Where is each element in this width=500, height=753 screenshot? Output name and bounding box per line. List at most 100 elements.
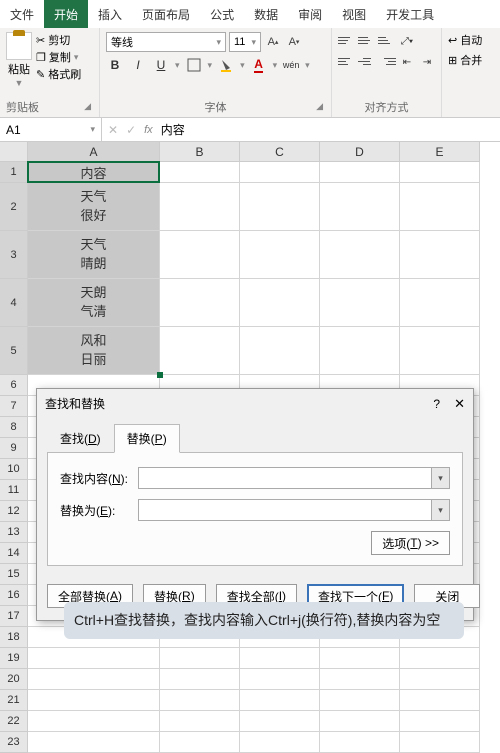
tab-insert[interactable]: 插入 [88,0,132,28]
confirm-icon[interactable]: ✓ [126,123,136,137]
tab-review[interactable]: 审阅 [288,0,332,28]
row-header[interactable]: 10 [0,459,28,480]
col-header-A[interactable]: A [28,142,160,162]
cell[interactable] [400,327,480,375]
cell[interactable] [28,711,160,732]
col-header-C[interactable]: C [240,142,320,162]
selection-handle[interactable] [157,372,163,378]
cell[interactable] [320,711,400,732]
fill-color-button[interactable] [217,56,235,74]
italic-button[interactable]: I [129,56,147,74]
chevron-down-icon[interactable]: ▾ [431,500,449,520]
decrease-font-button[interactable]: A▾ [285,33,303,51]
tab-layout[interactable]: 页面布局 [132,0,200,28]
row-header[interactable]: 13 [0,522,28,543]
tab-formulas[interactable]: 公式 [200,0,244,28]
cell[interactable] [160,690,240,711]
col-header-D[interactable]: D [320,142,400,162]
cell[interactable] [320,162,400,183]
row-header[interactable]: 8 [0,417,28,438]
row-header[interactable]: 17 [0,606,28,627]
cut-button[interactable]: ✂剪切 [36,32,81,48]
align-center-button[interactable] [358,53,376,69]
underline-button[interactable]: U [152,56,170,74]
tab-file[interactable]: 文件 [0,0,44,28]
cell[interactable] [28,690,160,711]
row-header[interactable]: 15 [0,564,28,585]
tab-find[interactable]: 查找(D) [47,424,114,453]
cell[interactable] [400,690,480,711]
cell[interactable] [240,279,320,327]
font-color-button[interactable]: A [250,56,268,74]
bold-button[interactable]: B [106,56,124,74]
indent-dec-button[interactable]: ⇤ [398,53,416,71]
format-painter-button[interactable]: ✎格式刷 [36,66,81,82]
find-input[interactable]: ▾ [138,467,450,489]
font-name-select[interactable]: 等线▾ [106,32,226,52]
row-header[interactable]: 23 [0,732,28,753]
cell[interactable] [160,711,240,732]
cell[interactable] [28,648,160,669]
cell[interactable] [320,690,400,711]
cell[interactable] [160,669,240,690]
font-size-select[interactable]: 11▾ [229,32,261,52]
cell[interactable] [28,669,160,690]
cell[interactable] [240,690,320,711]
tab-replace[interactable]: 替换(P) [114,424,180,453]
cell[interactable] [160,648,240,669]
phonetic-button[interactable]: wén [282,56,300,74]
cell-A1[interactable]: 内容 [28,162,160,183]
formula-input[interactable]: 内容 [161,121,185,138]
cell[interactable] [400,732,480,753]
paste-button[interactable]: 粘贴 ▼ [6,32,32,88]
cell[interactable] [160,279,240,327]
align-middle-button[interactable] [358,32,376,48]
cell[interactable] [240,327,320,375]
cell[interactable] [320,669,400,690]
cell[interactable] [400,279,480,327]
row-header[interactable]: 19 [0,648,28,669]
cell-A3[interactable]: 天气晴朗 [28,231,160,279]
cell-A4[interactable]: 天朗气清 [28,279,160,327]
clipboard-dialog-launcher[interactable]: ◢ [84,101,93,112]
cell[interactable] [320,183,400,231]
row-header[interactable]: 16 [0,585,28,606]
row-header[interactable]: 18 [0,627,28,648]
align-right-button[interactable] [378,53,396,69]
cell[interactable] [320,327,400,375]
cancel-icon[interactable]: ✕ [108,123,118,137]
tab-data[interactable]: 数据 [244,0,288,28]
indent-inc-button[interactable]: ⇥ [418,53,436,71]
cell[interactable] [400,162,480,183]
align-top-button[interactable] [338,32,356,48]
row-header[interactable]: 21 [0,690,28,711]
orientation-button[interactable]: ⤢▾ [398,32,416,50]
cell-A5[interactable]: 风和日丽 [28,327,160,375]
cell[interactable] [160,183,240,231]
cell[interactable] [320,231,400,279]
cell[interactable] [400,231,480,279]
cell[interactable] [240,732,320,753]
cell[interactable] [320,732,400,753]
fx-icon[interactable]: fx [144,124,153,136]
row-header[interactable]: 6 [0,375,28,396]
col-header-B[interactable]: B [160,142,240,162]
wrap-text-button[interactable]: ↩自动 [448,32,492,48]
cell[interactable] [320,279,400,327]
cell[interactable] [160,732,240,753]
cell[interactable] [240,183,320,231]
row-header[interactable]: 22 [0,711,28,732]
row-header[interactable]: 5 [0,327,28,375]
cell[interactable] [160,231,240,279]
copy-button[interactable]: ❐复制▾ [36,49,81,65]
replace-input[interactable]: ▾ [138,499,450,521]
help-button[interactable]: ? [433,397,440,411]
cell[interactable] [400,669,480,690]
cell[interactable] [240,231,320,279]
row-header[interactable]: 1 [0,162,28,183]
cell[interactable] [400,183,480,231]
row-header[interactable]: 3 [0,231,28,279]
border-button[interactable] [185,56,203,74]
select-all-corner[interactable] [0,142,28,162]
row-header[interactable]: 12 [0,501,28,522]
